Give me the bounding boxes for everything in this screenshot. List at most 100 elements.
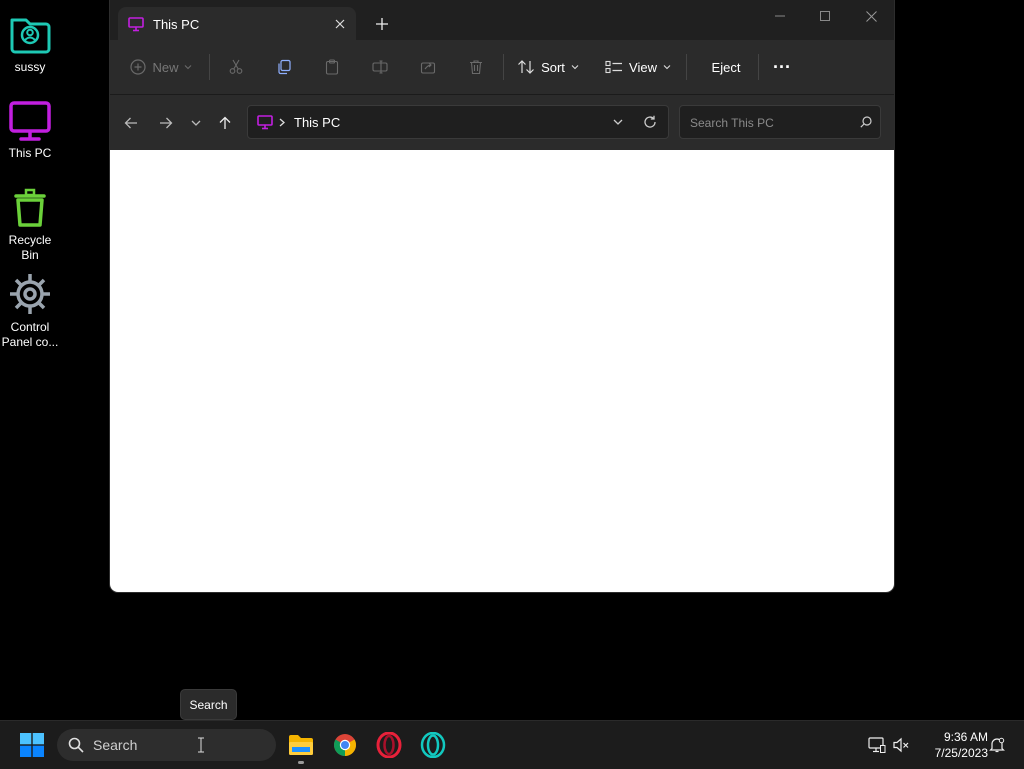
view-list-icon <box>605 60 623 74</box>
file-explorer-window: This PC New Sort View Eject ... This PC … <box>110 0 894 592</box>
chevron-down-icon <box>663 65 671 70</box>
desktop-icon-label: Recycle Bin <box>8 233 52 262</box>
content-area[interactable] <box>110 150 894 592</box>
plus-icon <box>376 18 388 30</box>
taskbar-opera-gx[interactable] <box>415 727 451 763</box>
gear-icon <box>10 274 50 314</box>
clipboard-icon <box>325 59 339 75</box>
eject-button-label: Eject <box>711 59 741 75</box>
desktop-icon-sussy[interactable]: sussy <box>0 4 60 75</box>
tab-title: This PC <box>153 17 200 32</box>
scissors-icon <box>229 59 243 74</box>
monitor-icon <box>257 115 273 130</box>
arrow-left-icon <box>124 117 137 129</box>
back-button[interactable] <box>117 109 145 137</box>
taskbar-opera[interactable] <box>371 727 407 763</box>
opera-gx-icon <box>420 732 446 758</box>
close-icon <box>335 19 345 29</box>
sort-button[interactable]: Sort <box>515 52 581 82</box>
close-tab-button[interactable] <box>326 10 354 38</box>
taskbar: Search 9:36 AM 7/25/2023 <box>0 720 1024 769</box>
chrome-icon <box>334 734 356 756</box>
start-button[interactable] <box>14 727 50 763</box>
desktop-icon-control-panel[interactable]: Control Panel co... <box>0 264 60 350</box>
opera-icon <box>376 732 402 758</box>
address-path: This PC <box>294 115 341 130</box>
file-explorer-icon <box>289 735 313 755</box>
view-button[interactable]: View <box>603 52 673 82</box>
monitor-icon <box>9 101 51 141</box>
search-icon <box>860 116 872 128</box>
more-options-button[interactable]: ... <box>768 52 796 82</box>
notifications-button[interactable] <box>985 733 1009 757</box>
search-icon <box>68 737 84 753</box>
taskbar-chrome[interactable] <box>327 727 363 763</box>
tab-this-pc[interactable]: This PC <box>118 7 356 40</box>
sort-button-label: Sort <box>541 59 565 75</box>
new-button-label: New <box>152 59 179 75</box>
tray-volume[interactable] <box>889 733 913 757</box>
new-button[interactable]: New <box>128 52 194 82</box>
chevron-down-icon <box>184 65 191 70</box>
tray-network[interactable] <box>865 733 889 757</box>
arrow-right-icon <box>160 117 173 129</box>
share-button[interactable] <box>415 52 441 82</box>
search-input[interactable] <box>688 112 852 134</box>
maximize-icon <box>820 11 830 21</box>
clock-date: 7/25/2023 <box>934 746 988 760</box>
recent-locations-button[interactable] <box>182 109 210 137</box>
desktop-icon-label: Control Panel co... <box>1 320 59 349</box>
user-folder-icon <box>10 18 51 54</box>
taskbar-clock[interactable]: 9:36 AM 7/25/2023 <box>920 729 988 761</box>
share-icon <box>420 62 436 74</box>
volume-muted-icon <box>893 737 909 753</box>
search-box[interactable] <box>679 105 881 139</box>
taskbar-search-box[interactable]: Search <box>57 729 276 761</box>
chevron-down-icon <box>571 65 579 70</box>
copy-icon <box>278 59 291 75</box>
desktop-icon-label: sussy <box>14 60 46 74</box>
chevron-right-icon <box>279 118 285 127</box>
refresh-button[interactable] <box>640 112 660 132</box>
address-dropdown-button[interactable] <box>608 112 628 132</box>
rename-icon <box>372 60 388 74</box>
notification-bell-icon <box>989 737 1005 753</box>
title-bar: This PC <box>110 0 894 40</box>
delete-button[interactable] <box>463 52 489 82</box>
rename-button[interactable] <box>367 52 393 82</box>
close-icon <box>865 10 877 22</box>
clock-time: 9:36 AM <box>943 730 988 744</box>
active-app-indicator <box>298 761 304 764</box>
desktop-icon-label: This PC <box>8 146 52 160</box>
desktop-icon-this-pc[interactable]: This PC <box>0 90 60 161</box>
navigation-bar: This PC <box>110 95 894 150</box>
eject-button[interactable]: Eject <box>702 52 750 82</box>
copy-button[interactable] <box>271 52 297 82</box>
forward-button[interactable] <box>152 109 180 137</box>
taskbar-file-explorer[interactable] <box>283 727 319 763</box>
text-cursor-icon <box>198 737 204 753</box>
desktop-icon-recycle-bin[interactable]: Recycle Bin <box>0 177 60 263</box>
chevron-down-icon <box>191 120 201 126</box>
network-icon <box>868 737 886 753</box>
view-button-label: View <box>629 59 657 75</box>
trash-icon <box>470 60 482 75</box>
command-bar: New Sort View Eject ... <box>110 40 894 95</box>
chevron-down-icon <box>613 119 623 125</box>
up-button[interactable] <box>211 109 239 137</box>
minimize-icon <box>775 15 785 17</box>
address-bar[interactable]: This PC <box>247 105 669 139</box>
new-tab-button[interactable] <box>368 10 396 38</box>
close-window-button[interactable] <box>848 0 894 32</box>
arrow-up-icon <box>219 116 231 129</box>
paste-button[interactable] <box>319 52 345 82</box>
more-icon: ... <box>772 51 791 72</box>
search-tooltip: Search <box>180 689 237 720</box>
windows-logo-icon <box>20 733 44 757</box>
minimize-button[interactable] <box>757 0 803 32</box>
maximize-button[interactable] <box>802 0 848 32</box>
taskbar-search-label: Search <box>93 737 138 753</box>
cut-button[interactable] <box>223 52 249 82</box>
refresh-icon <box>644 115 656 128</box>
plus-circle-icon <box>130 59 147 75</box>
